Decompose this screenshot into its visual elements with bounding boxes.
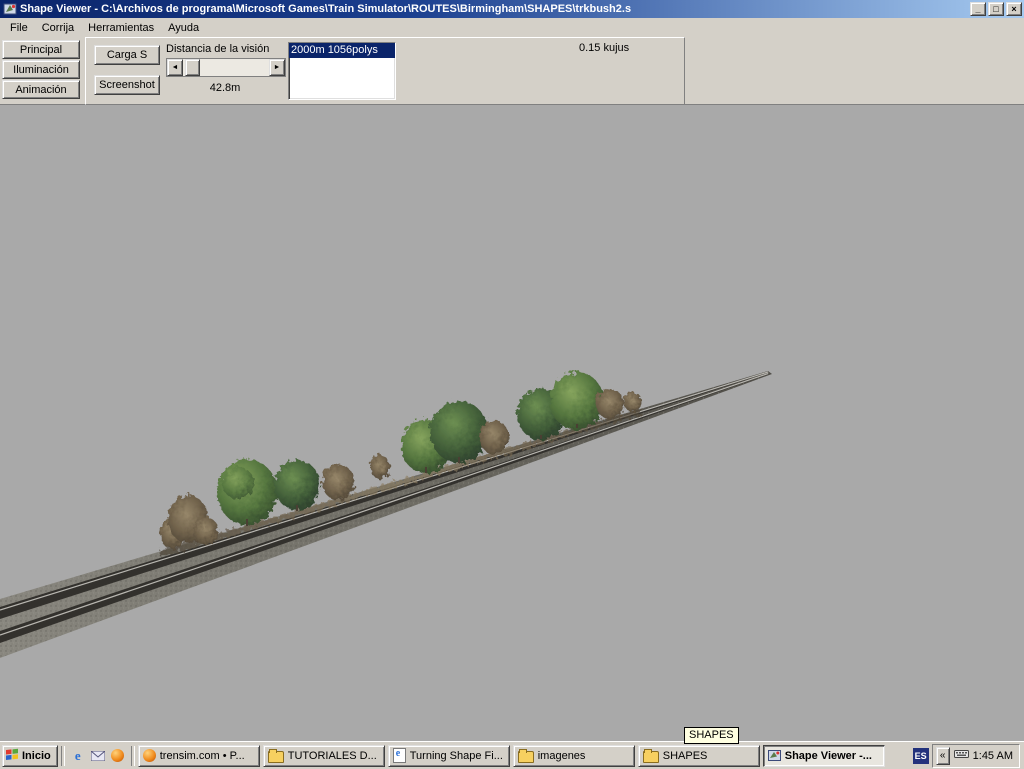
taskbar-clock[interactable]: 1:45 AM xyxy=(973,750,1013,762)
menu-ayuda[interactable]: Ayuda xyxy=(161,20,206,36)
scroll-right-button[interactable]: ► xyxy=(269,59,285,76)
titlebar: Shape Viewer - C:\Archivos de programa\M… xyxy=(0,0,1024,18)
task-tutoriales[interactable]: TUTORIALES D... xyxy=(263,745,385,767)
minimize-button[interactable]: _ xyxy=(970,2,986,16)
tray-well: « 1:45 AM xyxy=(932,744,1020,768)
system-tray: ES « 1:45 AM xyxy=(913,744,1022,768)
keyboard-icon[interactable] xyxy=(954,749,969,762)
animacion-button[interactable]: Animación xyxy=(2,80,80,99)
folder-icon xyxy=(268,751,284,763)
start-label: Inicio xyxy=(22,750,51,762)
tray-collapse-button[interactable]: « xyxy=(936,747,950,765)
internet-explorer-icon[interactable]: e xyxy=(70,748,86,764)
lod-listbox[interactable]: 2000m 1056polys xyxy=(288,42,396,100)
scrollbar-track[interactable] xyxy=(183,59,269,76)
task-turning-shape[interactable]: Turning Shape Fi... xyxy=(388,745,510,767)
app-icon xyxy=(3,2,17,16)
shape-viewer-window: Shape Viewer - C:\Archivos de programa\M… xyxy=(0,0,1024,768)
menu-file[interactable]: File xyxy=(3,20,35,36)
screenshot-button[interactable]: Screenshot xyxy=(94,75,160,95)
taskbar: Inicio e trensim.com • P... TUTORIALES D… xyxy=(0,741,1024,769)
menu-corrija[interactable]: Corrija xyxy=(35,20,81,36)
tool-panel: Carga S Screenshot Distancia de la visió… xyxy=(85,37,685,105)
shapes-tooltip: SHAPES xyxy=(684,727,739,744)
task-shapes[interactable]: SHAPES xyxy=(638,745,760,767)
kujus-status: 0.15 kujus xyxy=(579,42,629,54)
scrollbar-thumb[interactable] xyxy=(185,59,200,76)
iluminacion-button[interactable]: Iluminación xyxy=(2,60,80,79)
toolbar: Principal Iluminación Animación Carga S … xyxy=(0,37,1024,105)
lod-item-selected[interactable]: 2000m 1056polys xyxy=(289,43,395,58)
task-buttons: trensim.com • P... TUTORIALES D... Turni… xyxy=(138,745,910,767)
start-button[interactable]: Inicio xyxy=(2,745,58,767)
viewport-render xyxy=(0,105,1024,741)
close-button[interactable]: × xyxy=(1006,2,1022,16)
shape-viewer-icon xyxy=(768,749,781,762)
quick-launch: e xyxy=(68,748,128,764)
view-distance-label: Distancia de la visión xyxy=(166,43,269,55)
menu-herramientas[interactable]: Herramientas xyxy=(81,20,161,36)
task-imagenes[interactable]: imagenes xyxy=(513,745,635,767)
view-distance-scrollbar[interactable]: ◄ ► xyxy=(166,58,286,77)
task-shape-viewer[interactable]: Shape Viewer -... xyxy=(763,745,885,767)
view-distance-value: 42.8m xyxy=(166,82,284,94)
mail-icon[interactable] xyxy=(90,748,106,764)
firefox-quicklaunch-icon[interactable] xyxy=(110,748,126,764)
scroll-left-button[interactable]: ◄ xyxy=(167,59,183,76)
windows-logo-icon xyxy=(6,748,19,763)
restore-button[interactable]: □ xyxy=(988,2,1004,16)
view-button-column: Principal Iluminación Animación xyxy=(2,40,80,99)
folder-icon xyxy=(518,751,534,763)
principal-button[interactable]: Principal xyxy=(2,40,80,59)
menubar: File Corrija Herramientas Ayuda xyxy=(0,18,1024,37)
window-title: Shape Viewer - C:\Archivos de programa\M… xyxy=(20,3,966,15)
ie-document-icon xyxy=(393,748,406,763)
folder-icon xyxy=(643,751,659,763)
carga-s-button[interactable]: Carga S xyxy=(94,45,160,65)
task-trensim[interactable]: trensim.com • P... xyxy=(138,745,260,767)
language-indicator[interactable]: ES xyxy=(913,748,929,764)
viewport-3d[interactable] xyxy=(0,105,1024,741)
taskbar-divider xyxy=(61,746,65,766)
firefox-icon xyxy=(143,749,156,762)
taskbar-divider2 xyxy=(131,746,135,766)
